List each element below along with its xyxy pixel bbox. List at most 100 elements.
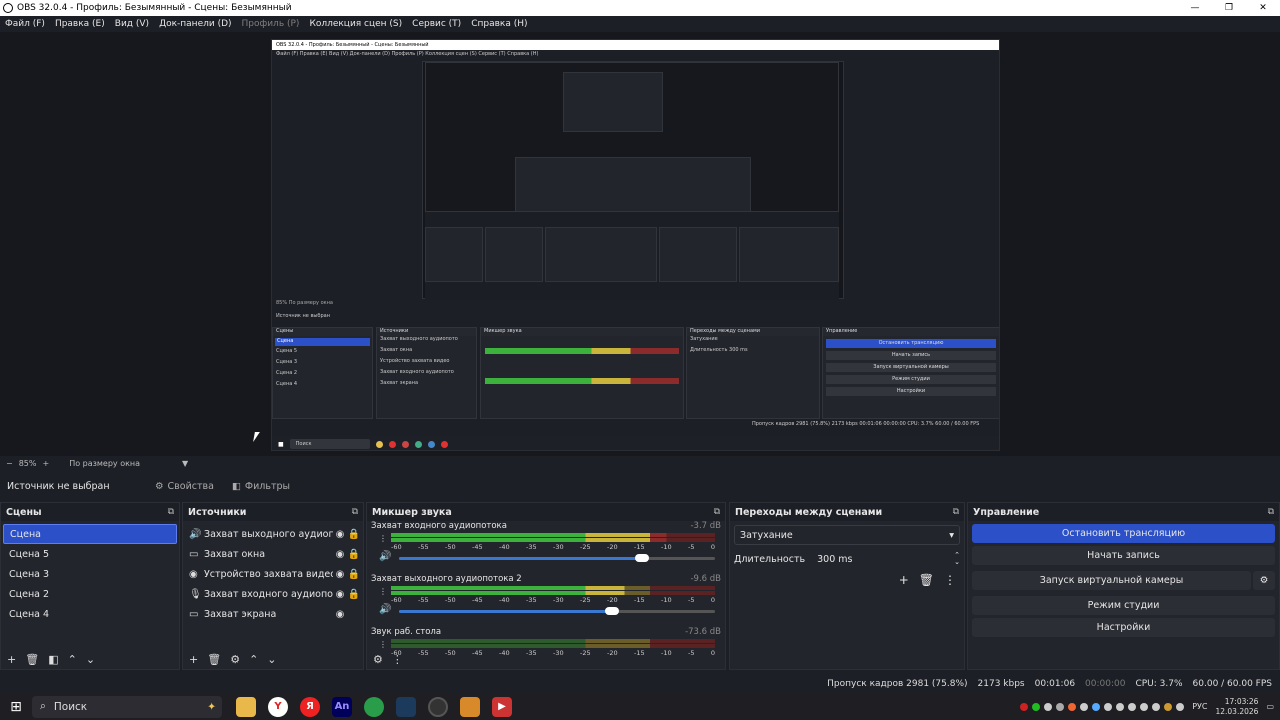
scene-item[interactable]: Сцена 5 bbox=[3, 544, 177, 564]
undock-icon[interactable]: ⧉ bbox=[714, 507, 720, 517]
source-name: Захват входного аудиопотока bbox=[204, 588, 333, 600]
meter-handle-icon[interactable]: ⋮ bbox=[379, 640, 387, 649]
add-source-icon[interactable]: + bbox=[189, 653, 198, 666]
trash-icon[interactable]: 🗑 bbox=[919, 573, 934, 587]
language-indicator[interactable]: РУС bbox=[1192, 702, 1207, 711]
trash-icon[interactable]: 🗑 bbox=[25, 653, 39, 666]
menu-edit[interactable]: Правка (E) bbox=[50, 19, 110, 29]
undock-icon[interactable]: ⧉ bbox=[1268, 507, 1274, 517]
add-scene-icon[interactable]: + bbox=[7, 653, 16, 666]
yandex-icon[interactable]: Я bbox=[300, 696, 320, 717]
eye-icon[interactable]: ◉ bbox=[333, 589, 347, 600]
notification-icon[interactable]: ▭ bbox=[1266, 702, 1274, 711]
speaker-icon: 🔊 bbox=[189, 528, 202, 540]
close-button[interactable]: ✕ bbox=[1246, 0, 1280, 16]
menu-help[interactable]: Справка (H) bbox=[466, 19, 532, 29]
source-item[interactable]: 🔊 Захват выходного аудиопотока ◉ 🔒 bbox=[185, 524, 361, 544]
undock-icon[interactable]: ⧉ bbox=[953, 507, 959, 517]
scene-item[interactable]: Сцена 3 bbox=[3, 564, 177, 584]
video-app-icon[interactable]: ▶ bbox=[492, 696, 512, 717]
mixer-settings-icon[interactable]: ⚙ bbox=[373, 653, 383, 666]
scene-filters-icon[interactable]: ◧ bbox=[48, 653, 58, 666]
more-options-icon[interactable]: ⋮ bbox=[944, 573, 956, 587]
file-explorer-icon[interactable] bbox=[236, 696, 256, 717]
steam-icon[interactable] bbox=[396, 696, 416, 717]
duration-spinbox[interactable]: 300 ms ⌃ ⌄ bbox=[813, 549, 960, 569]
eye-icon[interactable]: ◉ bbox=[333, 569, 347, 580]
properties-label: Свойства bbox=[167, 480, 214, 492]
move-up-icon[interactable]: ⌃ bbox=[249, 653, 258, 666]
trash-icon[interactable]: 🗑 bbox=[207, 653, 221, 666]
chrome-icon[interactable] bbox=[364, 696, 384, 717]
app-icon[interactable] bbox=[460, 696, 480, 717]
maximize-button[interactable]: ❐ bbox=[1212, 0, 1246, 16]
eye-icon[interactable]: ◉ bbox=[333, 609, 347, 620]
lock-icon[interactable]: 🔒 bbox=[347, 589, 361, 600]
meter-tick-label: -45 bbox=[472, 543, 483, 551]
meter-ticks: -60 -55 -50 -45 -40 -35 -30 -25 -20 -15 -10 -5 0 bbox=[391, 543, 715, 551]
volume-knob[interactable] bbox=[634, 554, 649, 562]
spin-arrows-icon[interactable]: ⌃ ⌄ bbox=[954, 552, 960, 566]
scene-item[interactable]: Сцена 4 bbox=[3, 604, 177, 624]
undock-icon[interactable]: ⧉ bbox=[168, 507, 174, 517]
zoom-out-button[interactable]: − bbox=[6, 459, 13, 468]
meter-handle-icon[interactable]: ⋮ bbox=[379, 534, 387, 543]
eye-icon[interactable]: ◉ bbox=[333, 549, 347, 560]
menu-view[interactable]: Вид (V) bbox=[110, 19, 154, 29]
menu-tools[interactable]: Сервис (T) bbox=[407, 19, 466, 29]
obs-icon[interactable] bbox=[428, 696, 448, 717]
studio-mode-button[interactable]: Режим студии bbox=[972, 596, 1275, 615]
source-item[interactable]: ◉ Устройство захвата видео ◉ 🔒 bbox=[185, 564, 361, 584]
scenes-title: Сцены bbox=[6, 506, 42, 518]
stop-streaming-button[interactable]: Остановить трансляцию bbox=[972, 524, 1275, 543]
menu-file[interactable]: Файл (F) bbox=[0, 19, 50, 29]
lock-icon[interactable]: 🔒 bbox=[347, 529, 361, 540]
start-virtual-camera-button[interactable]: Запуск виртуальной камеры bbox=[972, 571, 1251, 590]
start-recording-button[interactable]: Начать запись bbox=[972, 546, 1275, 565]
scale-select[interactable]: По размеру окна ▼ bbox=[63, 459, 188, 468]
scene-item[interactable]: Сцена 2 bbox=[3, 584, 177, 604]
source-item[interactable]: ▭ Захват экрана ◉ bbox=[185, 604, 361, 624]
zoom-in-button[interactable]: + bbox=[42, 459, 49, 468]
gear-icon[interactable]: ⚙ bbox=[230, 653, 240, 666]
volume-slider[interactable] bbox=[399, 554, 649, 562]
more-options-icon[interactable]: ⋮ bbox=[392, 653, 403, 666]
mixer-channel: Захват входного аудиопотока -3.7 dB ⋮ -60 -5… bbox=[371, 521, 721, 574]
speaker-icon[interactable]: 🔊 bbox=[379, 551, 391, 562]
eye-icon[interactable]: ◉ bbox=[333, 529, 347, 540]
meter-handle-icon[interactable]: ⋮ bbox=[379, 587, 387, 596]
meter-ticks: -60 -55 -50 -45 -40 -35 -30 -25 -20 -15 -10 -5 0 bbox=[391, 596, 715, 604]
nested-scene-item: Сцена 2 bbox=[276, 370, 298, 376]
nested-scene-item: Сцена 3 bbox=[276, 359, 298, 365]
move-up-icon[interactable]: ⌃ bbox=[68, 653, 77, 666]
lock-icon[interactable]: 🔒 bbox=[347, 569, 361, 580]
move-down-icon[interactable]: ⌄ bbox=[86, 653, 95, 666]
move-down-icon[interactable]: ⌄ bbox=[267, 653, 276, 666]
undock-icon[interactable]: ⧉ bbox=[352, 507, 358, 517]
menu-scene-collection[interactable]: Коллекция сцен (S) bbox=[304, 19, 407, 29]
gear-icon[interactable]: ⚙ bbox=[1253, 571, 1275, 590]
volume-slider[interactable] bbox=[399, 607, 620, 615]
speaker-icon[interactable]: 🔊 bbox=[379, 604, 391, 615]
nested-status: Пропуск кадров 2981 (75.8%) 2173 kbps 00… bbox=[752, 421, 980, 427]
nested-trans-header: Переходы между сценами bbox=[687, 328, 819, 336]
obs-logo-icon bbox=[3, 3, 13, 13]
lock-icon[interactable]: 🔒 bbox=[347, 549, 361, 560]
minimize-button[interactable]: — bbox=[1178, 0, 1212, 16]
source-item[interactable]: ▭ Захват окна ◉ 🔒 bbox=[185, 544, 361, 564]
windows-start-icon[interactable]: ⊞ bbox=[0, 693, 32, 720]
transition-select[interactable]: Затухание ▾ bbox=[734, 525, 960, 545]
taskbar-search[interactable]: ⌕ Поиск ✦ bbox=[32, 695, 222, 718]
dropped-frames: Пропуск кадров 2981 (75.8%) bbox=[827, 679, 968, 689]
source-item[interactable]: 🎙 Захват входного аудиопотока ◉ 🔒 bbox=[185, 584, 361, 604]
add-transition-icon[interactable]: + bbox=[899, 573, 909, 587]
clock[interactable]: 17:03:26 12.03.2026 bbox=[1215, 697, 1258, 717]
animate-icon[interactable]: An bbox=[332, 696, 352, 717]
menu-docks[interactable]: Док-панели (D) bbox=[154, 19, 236, 29]
settings-button[interactable]: Настройки bbox=[972, 618, 1275, 637]
scene-item[interactable]: Сцена bbox=[3, 524, 177, 544]
volume-knob[interactable] bbox=[605, 607, 620, 615]
yandex-browser-icon[interactable]: Y bbox=[268, 696, 288, 717]
chevron-down-icon: ▼ bbox=[182, 458, 189, 468]
sources-title: Источники bbox=[188, 506, 247, 518]
